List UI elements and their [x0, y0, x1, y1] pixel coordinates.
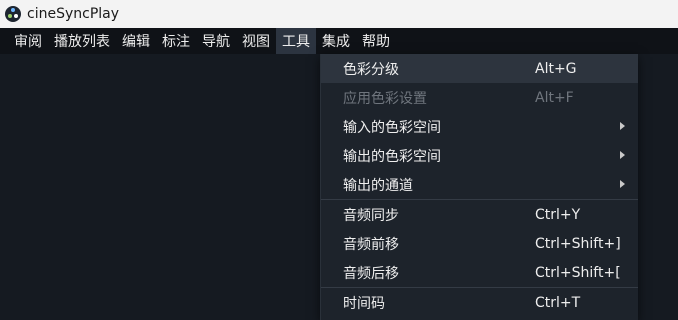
- menu-item-label: 输出的通道: [343, 177, 413, 194]
- menu-help[interactable]: 帮助: [356, 28, 396, 54]
- menu-view[interactable]: 视图: [236, 28, 276, 54]
- menu-item-label: 音频前移: [343, 236, 399, 253]
- window-title: cineSyncPlay: [27, 6, 120, 22]
- menu-item-audio-forward[interactable]: 音频前移 Ctrl+Shift+]: [321, 229, 638, 258]
- menu-item-apply-color-settings: 应用色彩设置 Alt+F: [321, 83, 638, 112]
- menu-item-timecode[interactable]: 时间码 Ctrl+T: [321, 288, 638, 317]
- menu-item-shortcut: Alt+G: [535, 60, 577, 77]
- menu-item-shortcut: Ctrl+Shift+[: [535, 264, 621, 281]
- title-bar: cineSyncPlay: [0, 0, 678, 28]
- menu-item-label: 输出的色彩空间: [343, 148, 441, 165]
- menu-item-audio-backward[interactable]: 音频后移 Ctrl+Shift+[: [321, 258, 638, 287]
- menu-item-shortcut: Alt+F: [535, 89, 574, 106]
- menu-edit[interactable]: 编辑: [116, 28, 156, 54]
- menu-navigate[interactable]: 导航: [196, 28, 236, 54]
- menu-bar: 审阅 播放列表 编辑 标注 导航 视图 工具 集成 帮助: [0, 28, 678, 54]
- menu-item-label: 音频后移: [343, 265, 399, 282]
- submenu-arrow-icon: [620, 122, 625, 130]
- menu-item-shortcut: Ctrl+T: [535, 294, 581, 311]
- menu-item-label: 时间码: [343, 295, 385, 312]
- menu-review[interactable]: 审阅: [8, 28, 48, 54]
- menu-item-label: 色彩分级: [343, 61, 399, 78]
- submenu-arrow-icon: [620, 151, 625, 159]
- menu-item-shortcut: Ctrl+Shift+]: [535, 235, 621, 252]
- menu-item-input-color-space[interactable]: 输入的色彩空间: [321, 112, 638, 141]
- menu-item-label: 应用色彩设置: [343, 90, 427, 107]
- menu-tools[interactable]: 工具: [276, 28, 316, 54]
- cinesync-logo-icon: [5, 6, 21, 22]
- menu-item-output-color-space[interactable]: 输出的色彩空间: [321, 141, 638, 170]
- menu-playlist[interactable]: 播放列表: [48, 28, 116, 54]
- menu-integrations[interactable]: 集成: [316, 28, 356, 54]
- menu-annotate[interactable]: 标注: [156, 28, 196, 54]
- menu-item-audio-sync[interactable]: 音频同步 Ctrl+Y: [321, 200, 638, 229]
- menu-item-shortcut: Ctrl+Y: [535, 206, 581, 223]
- tools-dropdown-menu: 色彩分级 Alt+G 应用色彩设置 Alt+F 输入的色彩空间 输出的色彩空间 …: [320, 54, 638, 320]
- menu-item-color-grading[interactable]: 色彩分级 Alt+G: [321, 54, 638, 83]
- submenu-arrow-icon: [620, 180, 625, 188]
- menu-item-output-channel[interactable]: 输出的通道: [321, 170, 638, 199]
- menu-item-label: 输入的色彩空间: [343, 119, 441, 136]
- menu-item-label: 音频同步: [343, 207, 399, 224]
